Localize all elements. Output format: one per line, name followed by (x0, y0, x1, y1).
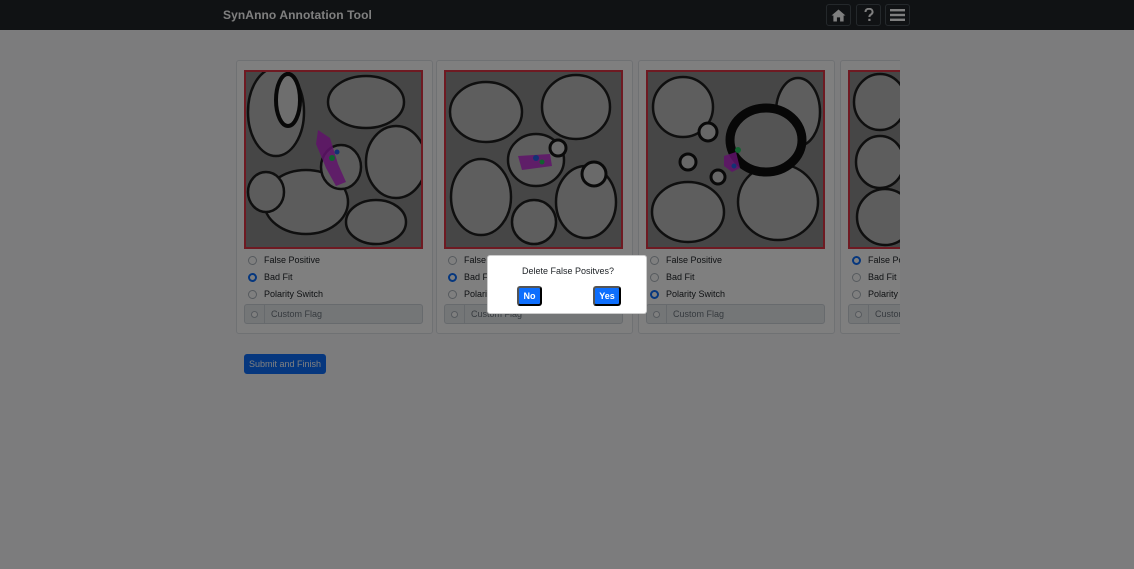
confirm-dialog: Delete False Positves? No Yes (487, 255, 647, 314)
dialog-question: Delete False Positves? (521, 266, 615, 276)
yes-button[interactable]: Yes (593, 286, 621, 306)
no-button[interactable]: No (517, 286, 542, 306)
